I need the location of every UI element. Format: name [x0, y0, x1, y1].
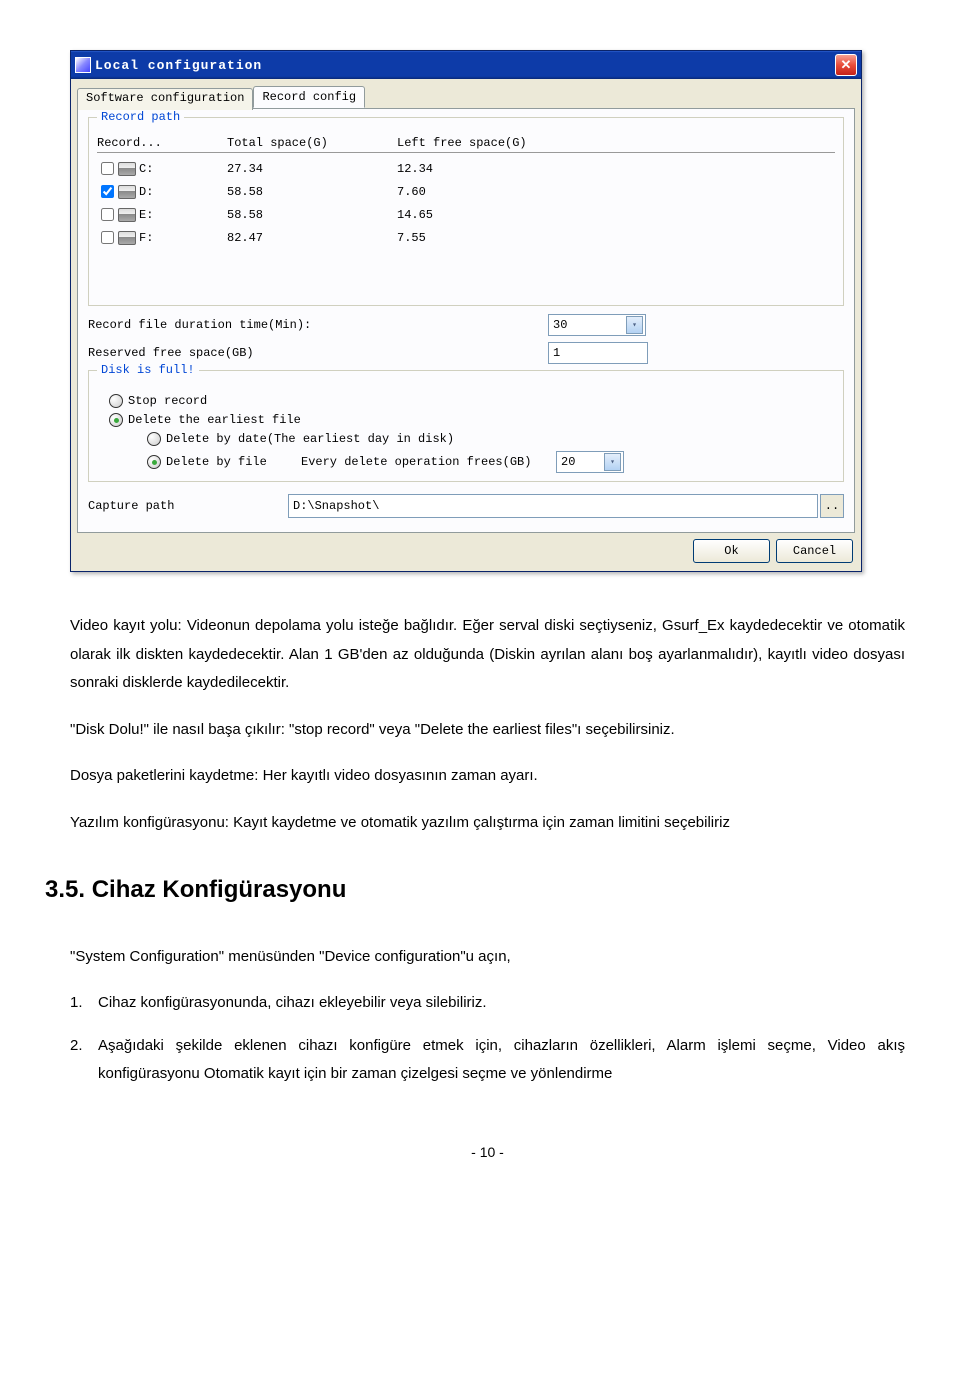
reserved-label: Reserved free space(GB) — [88, 346, 548, 360]
col-left: Left free space(G) — [397, 136, 617, 150]
col-total: Total space(G) — [227, 136, 397, 150]
drive-name: E: — [139, 208, 153, 222]
delete-by-file-label: Delete by file — [166, 455, 296, 469]
paragraph-5: "System Configuration" menüsünden "Devic… — [70, 943, 905, 972]
duration-value: 30 — [553, 318, 567, 332]
delete-by-file-row: Delete by file Every delete operation fr… — [147, 451, 835, 473]
stop-record-label: Stop record — [128, 394, 207, 408]
delete-by-date-label: Delete by date(The earliest day in disk) — [166, 432, 454, 446]
close-button[interactable]: ✕ — [835, 54, 857, 76]
paragraph-4: Yazılım konfigürasyonu: Kayıt kaydetme v… — [70, 809, 905, 838]
drive-name: D: — [139, 185, 153, 199]
window-title: Local configuration — [95, 58, 262, 73]
drive-header: Record... Total space(G) Left free space… — [97, 136, 835, 153]
list-num-2: 2. — [70, 1032, 83, 1061]
every-delete-value: 20 — [561, 455, 575, 469]
drive-row-d: D: 58.58 7.60 — [97, 180, 835, 203]
duration-combo[interactable]: 30 ▾ — [548, 314, 646, 336]
drive-icon — [118, 185, 136, 199]
reserved-input[interactable]: 1 — [548, 342, 648, 364]
browse-button[interactable]: .. — [820, 494, 844, 518]
local-configuration-dialog: Local configuration ✕ Software configura… — [70, 50, 862, 572]
duration-label: Record file duration time(Min): — [88, 318, 548, 332]
list-num-1: 1. — [70, 989, 83, 1018]
paragraph-2: "Disk Dolu!" ile nasıl başa çıkılır: "st… — [70, 716, 905, 745]
drive-row-e: E: 58.58 14.65 — [97, 203, 835, 226]
tab-record-config[interactable]: Record config — [253, 86, 365, 108]
chevron-down-icon: ▾ — [604, 453, 621, 471]
document-body: Video kayıt yolu: Videonun depolama yolu… — [70, 612, 905, 1165]
drive-row-f: F: 82.47 7.55 — [97, 226, 835, 249]
app-icon — [75, 57, 91, 73]
every-delete-combo[interactable]: 20 ▾ — [556, 451, 624, 473]
titlebar: Local configuration ✕ — [71, 51, 861, 79]
paragraph-1: Video kayıt yolu: Videonun depolama yolu… — [70, 612, 905, 698]
drive-c-left: 12.34 — [397, 162, 617, 176]
reserved-row: Reserved free space(GB) 1 — [88, 342, 844, 364]
drive-f-checkbox[interactable] — [101, 231, 114, 244]
list-item-2: 2. Aşağıdaki şekilde eklenen cihazı konf… — [70, 1032, 905, 1089]
drive-e-total: 58.58 — [227, 208, 397, 222]
disk-full-group: Disk is full! Stop record Delete the ear… — [88, 370, 844, 482]
drive-d-left: 7.60 — [397, 185, 617, 199]
capture-path-label: Capture path — [88, 499, 258, 513]
drive-e-checkbox[interactable] — [101, 208, 114, 221]
drive-icon — [118, 231, 136, 245]
tab-software-configuration[interactable]: Software configuration — [77, 88, 253, 110]
ok-button[interactable]: Ok — [693, 539, 770, 563]
capture-path-input[interactable]: D:\Snapshot\ — [288, 494, 818, 518]
delete-earliest-label: Delete the earliest file — [128, 413, 301, 427]
reserved-value: 1 — [553, 346, 560, 360]
list-item-1: 1. Cihaz konfigürasyonunda, cihazı ekley… — [70, 989, 905, 1018]
drive-d-checkbox[interactable] — [101, 185, 114, 198]
drive-icon — [118, 208, 136, 222]
delete-earliest-row[interactable]: Delete the earliest file — [109, 413, 835, 427]
col-record: Record... — [97, 136, 227, 150]
drive-icon — [118, 162, 136, 176]
cancel-button[interactable]: Cancel — [776, 539, 853, 563]
list-text-1: Cihaz konfigürasyonunda, cihazı ekleyebi… — [98, 994, 487, 1011]
list-text-2: Aşağıdaki şekilde eklenen cihazı konfigü… — [98, 1037, 905, 1083]
drive-f-left: 7.55 — [397, 231, 617, 245]
capture-path-row: Capture path D:\Snapshot\ .. — [88, 494, 844, 518]
drive-c-total: 27.34 — [227, 162, 397, 176]
stop-record-radio[interactable] — [109, 394, 123, 408]
drive-f-total: 82.47 — [227, 231, 397, 245]
every-delete-label: Every delete operation frees(GB) — [301, 455, 551, 469]
capture-path-value: D:\Snapshot\ — [293, 499, 379, 513]
tab-row: Software configuration Record config — [77, 86, 855, 109]
delete-by-file-radio[interactable] — [147, 455, 161, 469]
heading-3-5: 3.5. Cihaz Konfigürasyonu — [45, 867, 905, 913]
close-icon: ✕ — [841, 57, 852, 73]
record-path-group: Record path Record... Total space(G) Lef… — [88, 117, 844, 306]
delete-earliest-radio[interactable] — [109, 413, 123, 427]
disk-full-legend: Disk is full! — [97, 363, 199, 377]
drive-name: F: — [139, 231, 153, 245]
record-path-legend: Record path — [97, 110, 184, 124]
paragraph-3: Dosya paketlerini kaydetme: Her kayıtlı … — [70, 762, 905, 791]
dialog-footer: Ok Cancel — [77, 533, 855, 565]
drive-d-total: 58.58 — [227, 185, 397, 199]
drive-row-c: C: 27.34 12.34 — [97, 157, 835, 180]
delete-by-date-row[interactable]: Delete by date(The earliest day in disk) — [147, 432, 835, 446]
drive-list: C: 27.34 12.34 D: 58.58 7.60 — [97, 157, 835, 297]
delete-by-date-radio[interactable] — [147, 432, 161, 446]
duration-row: Record file duration time(Min): 30 ▾ — [88, 314, 844, 336]
drive-name: C: — [139, 162, 153, 176]
chevron-down-icon: ▾ — [626, 316, 643, 334]
drive-e-left: 14.65 — [397, 208, 617, 222]
page-number: - 10 - — [70, 1139, 905, 1166]
stop-record-row[interactable]: Stop record — [109, 394, 835, 408]
tab-panel-record: Record path Record... Total space(G) Lef… — [77, 108, 855, 533]
drive-c-checkbox[interactable] — [101, 162, 114, 175]
